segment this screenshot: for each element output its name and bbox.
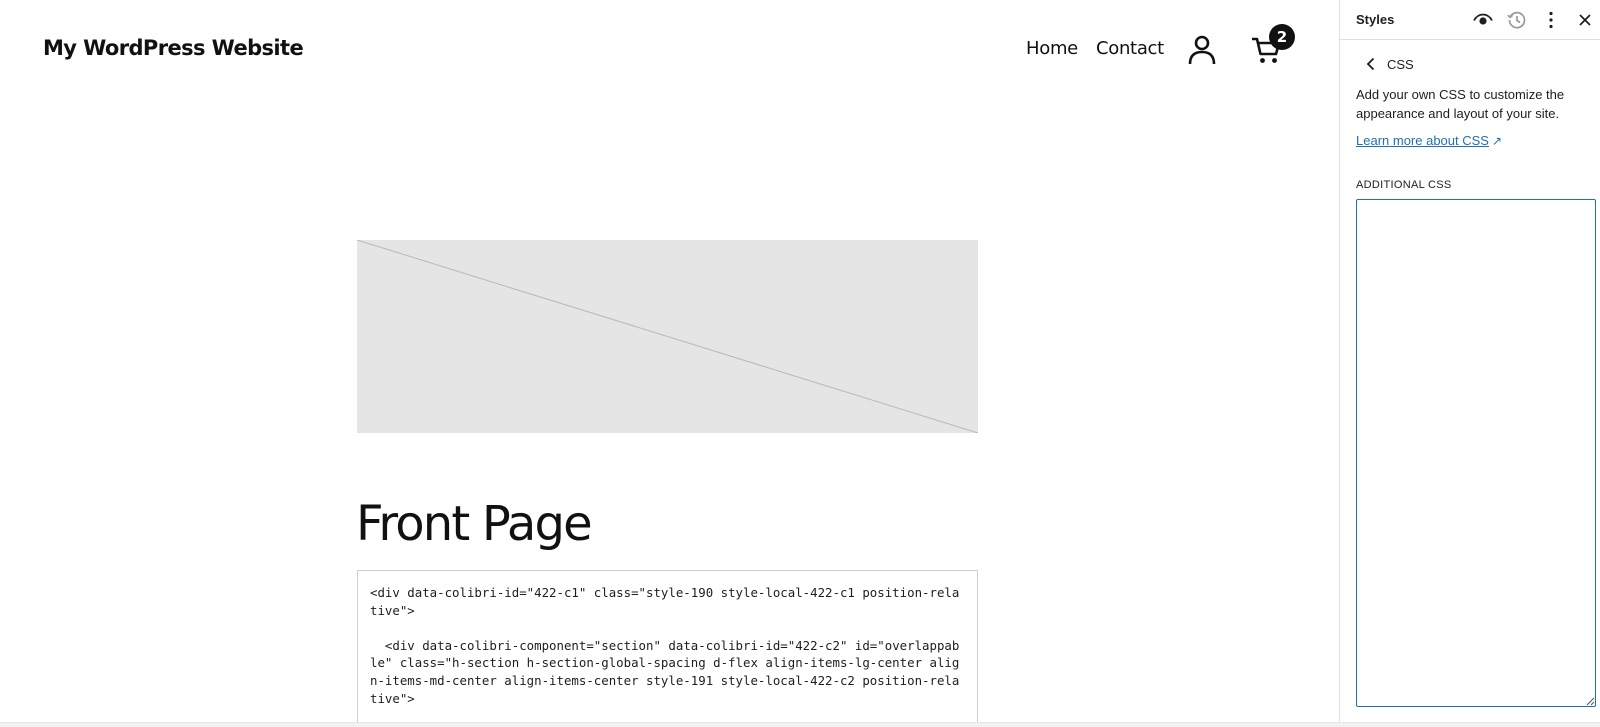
nav-link-home[interactable]: Home: [1026, 38, 1078, 59]
more-options-icon[interactable]: [1539, 8, 1563, 32]
additional-css-textarea[interactable]: [1356, 199, 1596, 707]
revisions-icon[interactable]: [1505, 8, 1529, 32]
css-panel-title: CSS: [1387, 57, 1414, 72]
account-icon[interactable]: [1187, 34, 1217, 66]
site-title[interactable]: My WordPress Website: [43, 36, 304, 60]
external-link-icon: ↗: [1491, 134, 1503, 148]
featured-image-placeholder[interactable]: [357, 240, 978, 433]
learn-more-css-link[interactable]: Learn more about CSS ↗: [1356, 133, 1502, 148]
nav-link-contact[interactable]: Contact: [1096, 38, 1164, 59]
code-block[interactable]: <div data-colibri-id="422-c1" class="sty…: [357, 570, 978, 722]
learn-more-text: Learn more about CSS: [1356, 133, 1489, 148]
additional-css-label: ADDITIONAL CSS: [1356, 179, 1452, 191]
eye-icon[interactable]: [1471, 8, 1495, 32]
code-content: <div data-colibri-id="422-c1" class="sty…: [370, 585, 960, 706]
bottom-edge: [0, 722, 1600, 727]
css-panel-header: CSS: [1340, 40, 1600, 84]
site-navigation: Home Contact: [1026, 38, 1164, 59]
styles-sidebar: Styles CSS Add your own CSS to customize…: [1339, 0, 1600, 722]
css-description: Add your own CSS to customize the appear…: [1356, 87, 1565, 121]
sidebar-header: Styles: [1340, 0, 1600, 40]
editor-canvas: My WordPress Website Home Contact 2 Fron…: [0, 0, 1339, 722]
page-title[interactable]: Front Page: [356, 496, 593, 552]
mini-cart-button[interactable]: 2: [1251, 24, 1297, 68]
back-arrow-icon[interactable]: [1361, 54, 1381, 74]
sidebar-title: Styles: [1356, 12, 1395, 27]
close-icon[interactable]: [1573, 8, 1597, 32]
cart-count-badge: 2: [1269, 24, 1295, 50]
